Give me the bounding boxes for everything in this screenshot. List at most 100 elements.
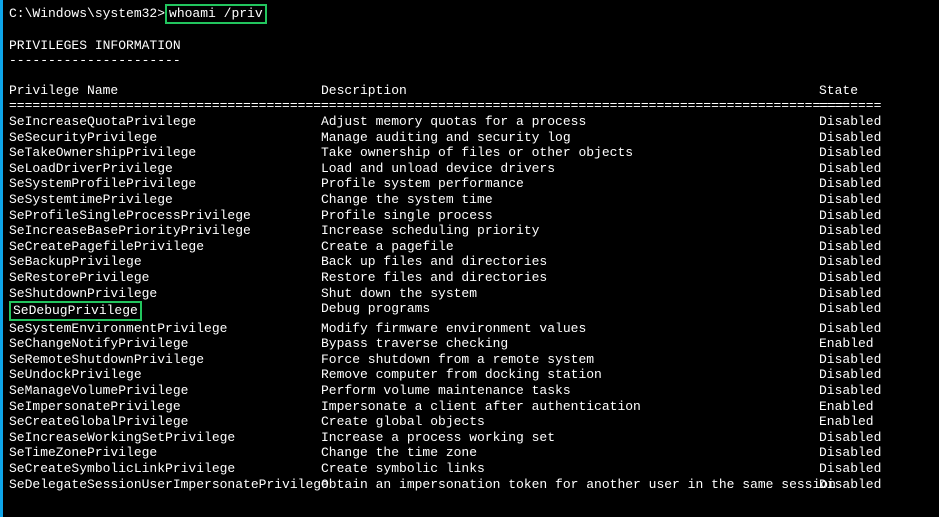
privilege-name: SeSystemtimePrivilege [9, 192, 321, 208]
table-row: SeBackupPrivilegeBack up files and direc… [9, 254, 939, 270]
table-row: SeShutdownPrivilegeShut down the systemD… [9, 286, 939, 302]
privilege-name: SeIncreaseQuotaPrivilege [9, 114, 321, 130]
privilege-state: Disabled [819, 286, 889, 302]
table-row: SeTimeZonePrivilegeChange the time zoneD… [9, 445, 939, 461]
table-row: SeManageVolumePrivilegePerform volume ma… [9, 383, 939, 399]
privilege-state: Enabled [819, 399, 889, 415]
privilege-name: SeTakeOwnershipPrivilege [9, 145, 321, 161]
privilege-state: Enabled [819, 414, 889, 430]
privilege-description: Perform volume maintenance tasks [321, 383, 819, 399]
privilege-description: Debug programs [321, 301, 819, 321]
privilege-state: Disabled [819, 445, 889, 461]
privilege-name: SeSystemProfilePrivilege [9, 176, 321, 192]
privilege-name: SeSecurityPrivilege [9, 130, 321, 146]
prompt-path: C:\Windows\system32> [9, 6, 165, 21]
table-row: SeTakeOwnershipPrivilegeTake ownership o… [9, 145, 939, 161]
privilege-name: SeUndockPrivilege [9, 367, 321, 383]
privilege-name: SeChangeNotifyPrivilege [9, 336, 321, 352]
table-row: SeCreateSymbolicLinkPrivilegeCreate symb… [9, 461, 939, 477]
table-divider: ========================================… [9, 98, 939, 114]
privilege-description: Take ownership of files or other objects [321, 145, 819, 161]
privilege-name: SeCreateSymbolicLinkPrivilege [9, 461, 321, 477]
privilege-description: Increase scheduling priority [321, 223, 819, 239]
privilege-state: Disabled [819, 130, 889, 146]
table-row: SeDelegateSessionUserImpersonatePrivileg… [9, 477, 939, 493]
privilege-name: SeTimeZonePrivilege [9, 445, 321, 461]
privilege-description: Increase a process working set [321, 430, 819, 446]
privilege-name: SeBackupPrivilege [9, 254, 321, 270]
privilege-description: Back up files and directories [321, 254, 819, 270]
section-underline: ---------------------- [9, 53, 939, 69]
privilege-state: Disabled [819, 192, 889, 208]
privilege-description: Manage auditing and security log [321, 130, 819, 146]
table-row: SeProfileSingleProcessPrivilegeProfile s… [9, 208, 939, 224]
privilege-name: SeLoadDriverPrivilege [9, 161, 321, 177]
table-row: SeSystemProfilePrivilegeProfile system p… [9, 176, 939, 192]
privilege-state: Disabled [819, 352, 889, 368]
privilege-highlight: SeDebugPrivilege [9, 301, 142, 321]
privilege-state: Disabled [819, 176, 889, 192]
privilege-description: Profile system performance [321, 176, 819, 192]
table-row: SeCreatePagefilePrivilegeCreate a pagefi… [9, 239, 939, 255]
divider-desc: ========================================… [321, 98, 819, 114]
table-row: SeImpersonatePrivilegeImpersonate a clie… [9, 399, 939, 415]
command-text: whoami /priv [169, 6, 263, 21]
table-row: SeSystemtimePrivilegeChange the system t… [9, 192, 939, 208]
privilege-description: Load and unload device drivers [321, 161, 819, 177]
table-row: SeChangeNotifyPrivilegeBypass traverse c… [9, 336, 939, 352]
privilege-state: Enabled [819, 336, 889, 352]
privilege-name: SeRemoteShutdownPrivilege [9, 352, 321, 368]
privilege-name: SeShutdownPrivilege [9, 286, 321, 302]
privilege-description: Change the time zone [321, 445, 819, 461]
divider-state: ======== [819, 98, 889, 114]
privilege-state: Disabled [819, 223, 889, 239]
privilege-description: Restore files and directories [321, 270, 819, 286]
table-row: SeRemoteShutdownPrivilegeForce shutdown … [9, 352, 939, 368]
header-state: State [819, 83, 889, 99]
table-row: SeDebugPrivilege Debug programsDisabled [9, 301, 939, 321]
privilege-description: Profile single process [321, 208, 819, 224]
privilege-state: Disabled [819, 321, 889, 337]
privilege-name: SeDebugPrivilege [9, 301, 321, 321]
privilege-state: Disabled [819, 145, 889, 161]
privilege-description: Shut down the system [321, 286, 819, 302]
table-row: SeRestorePrivilegeRestore files and dire… [9, 270, 939, 286]
privilege-name: SeDelegateSessionUserImpersonatePrivileg… [9, 477, 321, 493]
privilege-name: SeImpersonatePrivilege [9, 399, 321, 415]
table-row: SeSecurityPrivilegeManage auditing and s… [9, 130, 939, 146]
privilege-name: SeCreatePagefilePrivilege [9, 239, 321, 255]
privilege-description: Create symbolic links [321, 461, 819, 477]
privilege-state: Disabled [819, 270, 889, 286]
privilege-state: Disabled [819, 254, 889, 270]
table-row: SeUndockPrivilegeRemove computer from do… [9, 367, 939, 383]
privilege-list: SeIncreaseQuotaPrivilegeAdjust memory qu… [9, 114, 939, 492]
privilege-description: Remove computer from docking station [321, 367, 819, 383]
table-row: SeIncreaseBasePriorityPrivilegeIncrease … [9, 223, 939, 239]
privilege-description: Force shutdown from a remote system [321, 352, 819, 368]
command-highlight: whoami /priv [165, 4, 267, 24]
privilege-description: Create a pagefile [321, 239, 819, 255]
privilege-state: Disabled [819, 477, 889, 493]
privilege-name: SeIncreaseWorkingSetPrivilege [9, 430, 321, 446]
privilege-description: Create global objects [321, 414, 819, 430]
privilege-state: Disabled [819, 383, 889, 399]
header-desc: Description [321, 83, 819, 99]
privilege-state: Disabled [819, 161, 889, 177]
section-title: PRIVILEGES INFORMATION [9, 38, 939, 54]
header-name: Privilege Name [9, 83, 321, 99]
privilege-name: SeCreateGlobalPrivilege [9, 414, 321, 430]
table-row: SeCreateGlobalPrivilegeCreate global obj… [9, 414, 939, 430]
table-row: SeLoadDriverPrivilegeLoad and unload dev… [9, 161, 939, 177]
privilege-state: Disabled [819, 301, 889, 321]
privilege-name: SeIncreaseBasePriorityPrivilege [9, 223, 321, 239]
privilege-state: Disabled [819, 114, 889, 130]
table-row: SeIncreaseWorkingSetPrivilegeIncrease a … [9, 430, 939, 446]
divider-name: ========================================… [9, 98, 321, 114]
privilege-name: SeSystemEnvironmentPrivilege [9, 321, 321, 337]
privilege-description: Obtain an impersonation token for anothe… [321, 477, 819, 493]
privilege-state: Disabled [819, 367, 889, 383]
privilege-name: SeRestorePrivilege [9, 270, 321, 286]
privilege-description: Modify firmware environment values [321, 321, 819, 337]
privilege-description: Change the system time [321, 192, 819, 208]
command-prompt: C:\Windows\system32> whoami /priv [9, 4, 939, 24]
